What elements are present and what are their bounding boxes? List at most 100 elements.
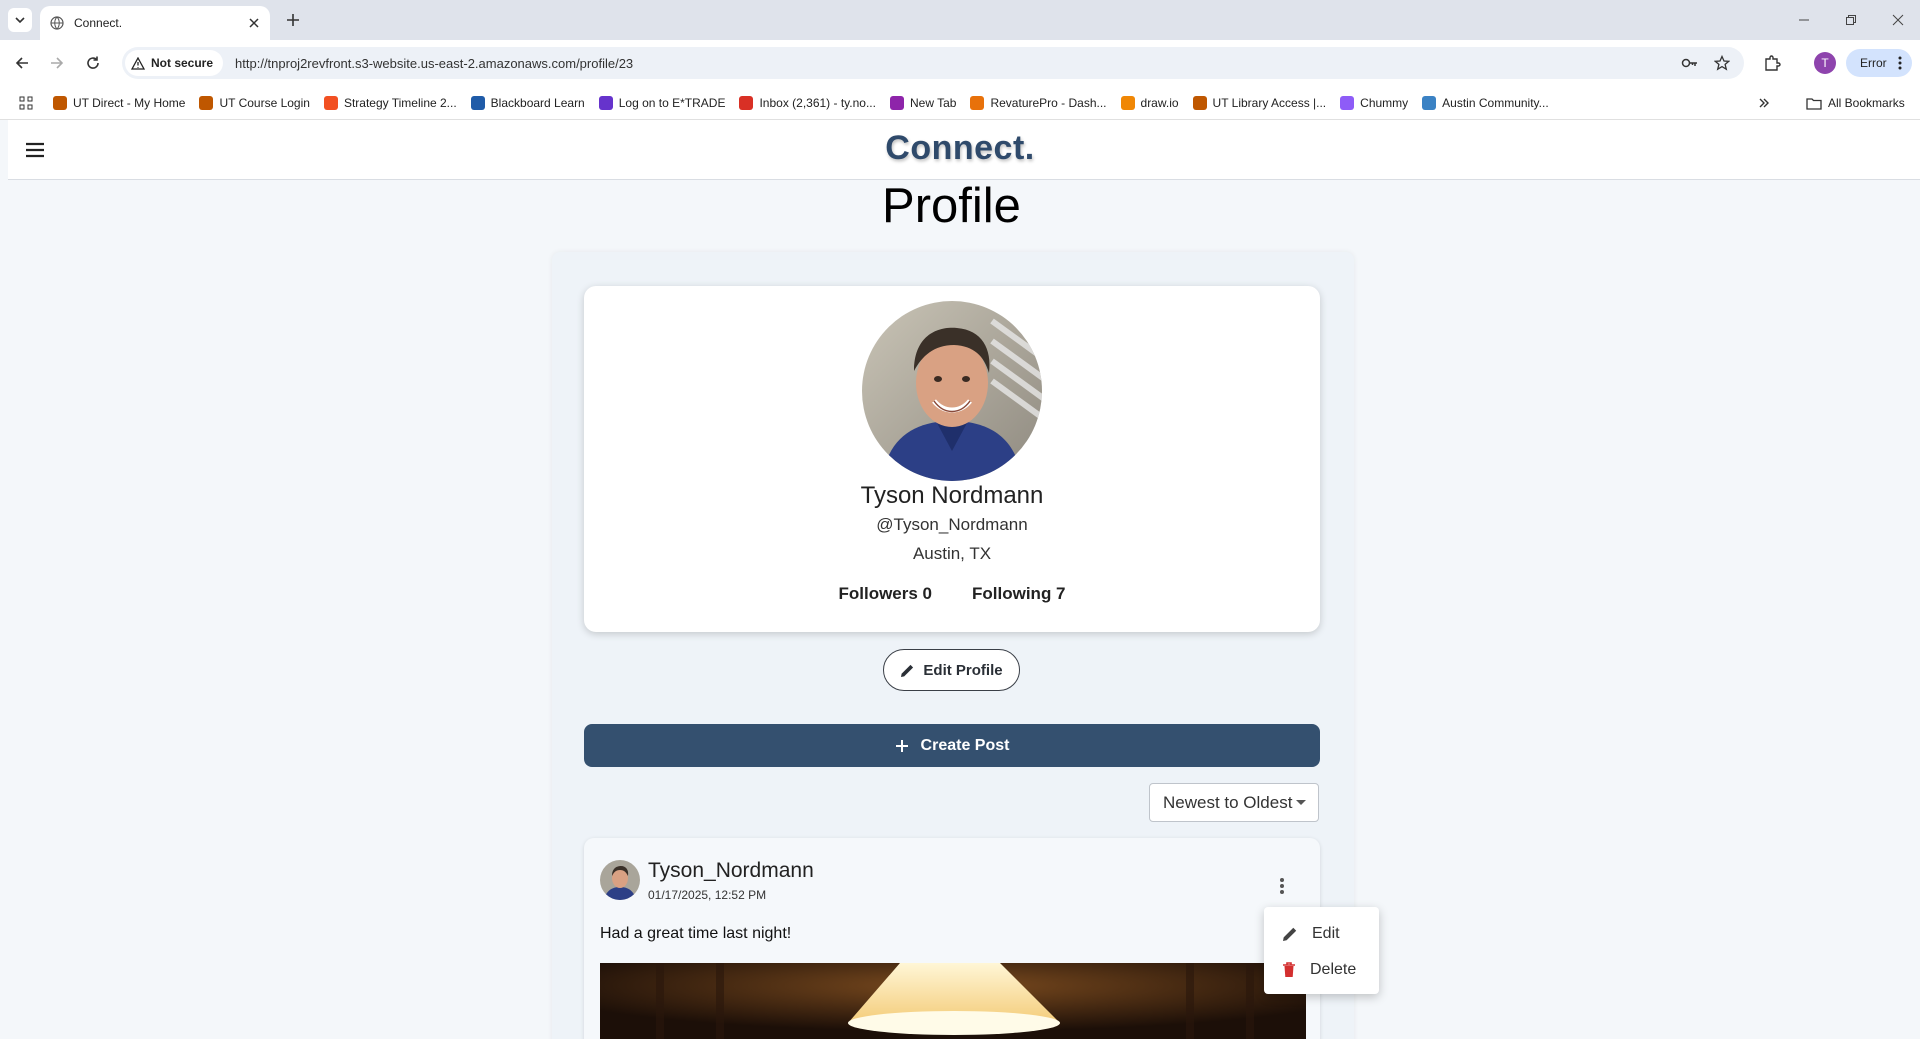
extensions-button[interactable] [1758,47,1786,79]
restore-icon [1846,15,1856,25]
bookmark-label: Inbox (2,361) - ty.no... [759,95,876,110]
post-text: Had a great time last night! [600,925,792,942]
sort-order-select[interactable]: Newest to Oldest [1149,783,1319,822]
following-count[interactable]: Following 7 [972,584,1066,604]
globe-icon [50,16,64,30]
page-title: Profile [882,179,1021,233]
forward-button[interactable] [44,50,70,76]
all-bookmarks-button[interactable]: All Bookmarks [1806,86,1905,120]
create-post-label: Create Post [920,736,1010,754]
avatar-photo [600,860,640,900]
restore-button[interactable] [1836,8,1866,32]
post-context-menu: Edit Delete [1264,907,1379,994]
bookmark-favicon-icon [1340,95,1355,110]
bookmarks-bar: UT Direct - My Home UT Course Login Strate… [0,86,1920,120]
bookmark-label: UT Library Access |... [1212,95,1327,110]
bookmark-label: UT Course Login [219,95,310,110]
create-post-button[interactable]: Create Post [584,724,1320,767]
profile-avatar [862,301,1042,481]
bookmark-favicon-icon [1192,95,1207,110]
brand-logo[interactable]: Connect. [0,129,1920,168]
new-tab-button[interactable] [282,9,304,31]
post-author-avatar[interactable] [600,860,640,900]
all-bookmarks-label: All Bookmarks [1828,96,1905,110]
lamp-photo [600,963,1306,1039]
bookmark-favicon-icon [199,95,214,110]
post-image[interactable] [600,963,1306,1039]
arrow-left-icon [15,57,28,69]
address-bar[interactable]: Not secure http://tnproj2revfront.s3-web… [122,47,1744,79]
close-window-button[interactable] [1883,8,1913,32]
security-indicator[interactable]: Not secure [125,50,224,76]
profile-handle: @Tyson_Nordmann [876,515,1028,534]
apps-grid-icon [19,96,33,109]
bookmark-item[interactable]: Strategy Timeline 2... [323,95,457,110]
menu-item-edit[interactable]: Edit [1264,917,1379,951]
bookmark-favicon-icon [970,95,985,110]
password-key-button[interactable] [1676,47,1704,79]
trash-icon [1283,962,1295,977]
browser-error-button[interactable]: Error [1846,49,1912,77]
pencil-icon [901,664,914,677]
more-vertical-icon [1898,56,1902,70]
browser-profile-avatar[interactable]: T [1814,52,1836,74]
menu-item-delete[interactable]: Delete [1264,953,1379,987]
close-icon [1892,14,1904,26]
bookmark-item[interactable]: UT Library Access |... [1192,95,1327,110]
followers-count[interactable]: Followers 0 [838,584,932,604]
post-author-name[interactable]: Tyson_Nordmann [648,859,814,883]
bookmark-item[interactable]: Chummy [1340,95,1409,110]
plus-icon [287,14,299,26]
bookmark-item[interactable]: Austin Community... [1422,95,1549,110]
arrow-right-icon [51,57,64,69]
tab-search-button[interactable] [8,8,32,32]
browser-tab[interactable]: Connect. [40,6,270,40]
error-label: Error [1860,56,1887,70]
reload-button[interactable] [80,50,106,76]
back-button[interactable] [9,50,35,76]
tab-title: Connect. [74,16,123,30]
bookmark-label: Chummy [1360,95,1409,110]
bookmark-label: Austin Community... [1442,95,1549,110]
bookmark-favicon-icon [323,95,338,110]
warning-icon [131,56,145,70]
close-icon[interactable] [248,17,260,29]
profile-stats: Followers 0 Following 7 [584,584,1320,604]
minimize-icon [1799,19,1809,21]
url-text[interactable]: http://tnproj2revfront.s3-website.us-eas… [235,56,633,71]
profile-name: Tyson Nordmann [860,482,1044,509]
folder-icon [1806,97,1822,110]
bookmark-item[interactable]: UT Direct - My Home [53,95,186,110]
minimize-button[interactable] [1789,8,1819,32]
star-icon [1714,55,1730,71]
bookmark-item[interactable]: New Tab [889,95,956,110]
bookmark-item[interactable]: Inbox (2,361) - ty.no... [739,95,876,110]
security-label: Not secure [151,56,214,70]
double-chevron-right-icon [1759,98,1769,108]
bookmark-favicon-icon [470,95,485,110]
bookmark-item[interactable]: Log on to E*TRADE [598,95,726,110]
edit-profile-label: Edit Profile [923,661,1003,679]
profile-location: Austin, TX [912,544,992,563]
tab-strip: Connect. [0,0,1920,40]
bookmark-item[interactable]: Blackboard Learn [470,95,585,110]
edit-profile-button[interactable]: Edit Profile [883,649,1020,691]
more-bookmarks-button[interactable] [1758,86,1770,120]
bookmark-star-button[interactable] [1708,47,1736,79]
bookmark-label: UT Direct - My Home [73,95,186,110]
bookmark-item[interactable]: RevaturePro - Dash... [970,95,1107,110]
bookmark-label: RevaturePro - Dash... [990,95,1107,110]
bookmark-label: Blackboard Learn [490,95,585,110]
more-vertical-icon [1280,878,1284,894]
bookmark-favicon-icon [598,95,613,110]
post-options-button[interactable] [1272,873,1292,899]
reload-icon [87,56,99,69]
bookmark-favicon-icon [53,95,67,110]
bookmark-item[interactable]: UT Course Login [199,95,310,110]
apps-button[interactable] [19,96,33,110]
bookmark-label: Log on to E*TRADE [618,95,726,110]
caret-down-icon [1296,800,1306,805]
bookmark-item[interactable]: draw.io [1120,95,1179,110]
plus-icon [895,739,908,752]
bookmark-favicon-icon [889,95,904,110]
